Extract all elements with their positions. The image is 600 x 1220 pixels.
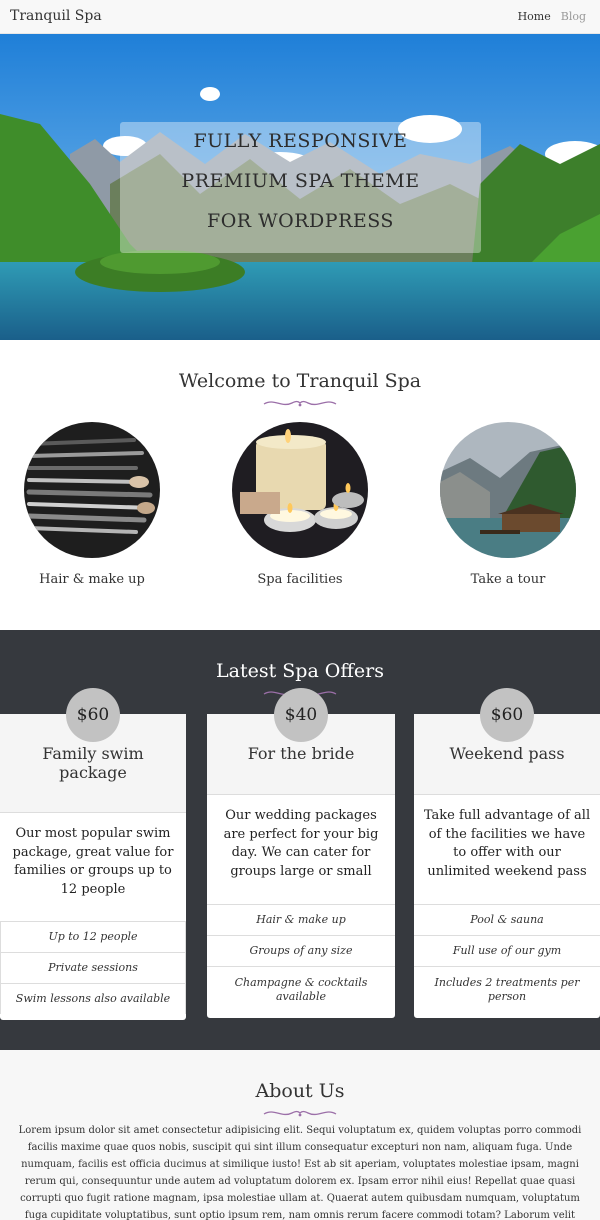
offer-feature-item: Includes 2 treatments per person [414,966,600,1013]
offer-feature-item: Up to 12 people [0,921,186,952]
navbar: Tranquil Spa Home Blog [0,0,600,34]
offer-card-description: Our wedding packages are perfect for you… [223,808,379,879]
welcome-title: Welcome to Tranquil Spa [178,370,422,392]
offer-feature-item: Swim lessons also available [0,983,186,1014]
offer-card-header: $60 Family swim package [0,688,186,813]
offer-card-title: Family swim package [42,744,144,782]
price-badge: $60 [66,688,120,742]
brand-logo[interactable]: Tranquil Spa [10,8,102,24]
makeup-brushes-image [24,422,160,558]
hero-headline-line-1: FULLY RESPONSIVE [193,130,408,152]
offer-feature-item: Pool & sauna [414,904,600,935]
price-badge: $60 [480,688,534,742]
nav-links: Home Blog [518,10,586,23]
offer-feature-item: Full use of our gym [414,935,600,966]
feature-hair-makeup[interactable]: Hair & make up [22,422,162,587]
offer-card-description: Take full advantage of all of the facili… [423,808,591,879]
offer-feature-item: Private sessions [0,952,186,983]
about-title: About Us [255,1080,345,1102]
candles-image [232,422,368,558]
flourish-divider-icon [263,1110,337,1117]
feature-label: Spa facilities [257,572,343,587]
flourish-divider-icon [263,400,337,407]
offer-feature-item: Groups of any size [207,935,395,966]
feature-label: Hair & make up [39,572,145,587]
offer-card-family-swim[interactable]: $60 Family swim package Our most popular… [0,688,186,1020]
hero-headline-line-3: FOR WORDPRESS [207,210,394,232]
nav-link-home[interactable]: Home [518,10,551,23]
feature-take-a-tour[interactable]: Take a tour [438,422,578,587]
hero-caption-box: FULLY RESPONSIVE PREMIUM SPA THEME FOR W… [120,122,481,253]
offers-section: Latest Spa Offers $60 Family swim packag… [0,630,600,1050]
mountain-lake-cabin-image [440,422,576,558]
welcome-section: Welcome to Tranquil Spa Hair & make up S… [0,340,600,630]
offer-feature-item: Champagne & cocktails available [207,966,395,1013]
offer-card-title: Weekend pass [449,744,565,763]
price-badge: $40 [274,688,328,742]
offer-card-description: Our most popular swim package, great val… [12,826,174,897]
feature-label: Take a tour [470,572,546,587]
offers-title: Latest Spa Offers [216,660,384,682]
hero-banner: FULLY RESPONSIVE PREMIUM SPA THEME FOR W… [0,34,600,340]
feature-spa-facilities[interactable]: Spa facilities [230,422,370,587]
hero-headline-line-2: PREMIUM SPA THEME [181,170,420,192]
offer-card-for-the-bride[interactable]: $40 For the bride Our wedding packages a… [207,688,395,1018]
offer-card-weekend-pass[interactable]: $60 Weekend pass Take full advantage of … [414,688,600,1018]
offer-card-title: For the bride [247,744,355,763]
offer-card-header: $40 For the bride [207,688,395,795]
about-paragraph: Lorem ipsum dolor sit amet consectetur a… [18,1125,582,1220]
nav-link-blog[interactable]: Blog [561,10,586,23]
offer-card-header: $60 Weekend pass [414,688,600,795]
offer-feature-item: Hair & make up [207,904,395,935]
about-section: About Us Lorem ipsum dolor sit amet cons… [0,1050,600,1220]
